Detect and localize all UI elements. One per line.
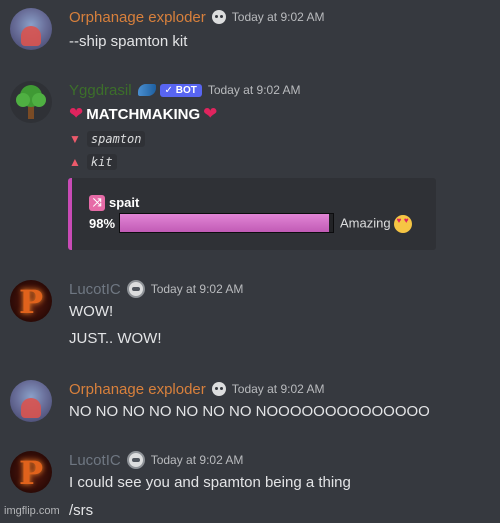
timestamp: Today at 9:02 AM bbox=[231, 382, 325, 396]
compatibility-bar bbox=[119, 213, 334, 233]
ship-name: spait bbox=[109, 195, 140, 210]
avatar[interactable]: P bbox=[10, 451, 52, 493]
message-text: NO NO NO NO NO NO NO NOOOOOOOOOOOOOO bbox=[69, 403, 430, 420]
wing-icon bbox=[137, 84, 156, 96]
message-text: I could see you and spamton being a thin… bbox=[69, 474, 351, 491]
timestamp: Today at 9:02 AM bbox=[207, 83, 301, 97]
author-name[interactable]: LucotIC bbox=[69, 281, 121, 298]
ship-percent: 98% bbox=[89, 216, 116, 231]
author-name[interactable]: Orphanage exploder bbox=[69, 381, 206, 398]
shuffle-icon: ⤨ bbox=[89, 195, 105, 211]
badge-icon bbox=[126, 280, 145, 298]
avatar[interactable]: P bbox=[10, 280, 52, 322]
compatibility-fill bbox=[120, 214, 329, 232]
message-header: LucotIC Today at 9:02 AM bbox=[69, 279, 243, 299]
timestamp: Today at 9:02 AM bbox=[150, 453, 244, 467]
heart-eyes-icon bbox=[393, 215, 412, 233]
author-name[interactable]: Orphanage exploder bbox=[69, 9, 206, 26]
verdict: Amazing bbox=[340, 215, 412, 233]
down-arrow-icon: ▼ bbox=[69, 132, 81, 146]
avatar-letter: P bbox=[18, 454, 44, 492]
matchmaking-title: ❤ MATCHMAKING ❤ bbox=[69, 104, 217, 124]
watermark: imgflip.com bbox=[4, 505, 60, 517]
name-a-row: ▼ spamton bbox=[69, 130, 146, 147]
title-text: MATCHMAKING bbox=[86, 106, 201, 123]
author-name[interactable]: LucotIC bbox=[69, 452, 121, 469]
up-arrow-icon: ▲ bbox=[69, 155, 81, 169]
check-icon: ✓ bbox=[164, 84, 173, 96]
name-a: spamton bbox=[86, 131, 146, 147]
skull-icon bbox=[211, 10, 226, 24]
message-header: Orphanage exploder Today at 9:02 AM bbox=[69, 379, 325, 399]
message-text: /srs bbox=[69, 502, 94, 519]
timestamp: Today at 9:02 AM bbox=[150, 282, 244, 296]
bot-tag: BOT bbox=[175, 84, 197, 96]
message-header: LucotIC Today at 9:02 AM bbox=[69, 450, 243, 470]
avatar-letter: P bbox=[18, 283, 44, 321]
message-text: --ship spamton kit bbox=[69, 33, 188, 50]
verdict-text: Amazing bbox=[340, 215, 391, 231]
avatar[interactable] bbox=[10, 8, 52, 50]
name-b-row: ▲ kit bbox=[69, 153, 117, 170]
message-text: JUST.. WOW! bbox=[69, 330, 162, 347]
heart-icon: ❤ bbox=[203, 104, 218, 123]
author-name[interactable]: Yggdrasil bbox=[69, 82, 132, 99]
skull-icon bbox=[211, 382, 226, 396]
message-header: Yggdrasil ✓ BOT Today at 9:02 AM bbox=[69, 80, 301, 100]
bot-badge: ✓ BOT bbox=[159, 83, 202, 97]
name-b: kit bbox=[86, 154, 117, 170]
avatar[interactable] bbox=[10, 81, 52, 123]
badge-icon bbox=[126, 451, 145, 469]
avatar[interactable] bbox=[10, 380, 52, 422]
ship-embed: ⤨ spait 98% Amazing bbox=[68, 178, 436, 250]
tree-icon bbox=[16, 85, 46, 119]
message-text: WOW! bbox=[69, 303, 114, 320]
timestamp: Today at 9:02 AM bbox=[231, 10, 325, 24]
message-header: Orphanage exploder Today at 9:02 AM bbox=[69, 7, 325, 27]
heart-icon: ❤ bbox=[69, 104, 84, 123]
